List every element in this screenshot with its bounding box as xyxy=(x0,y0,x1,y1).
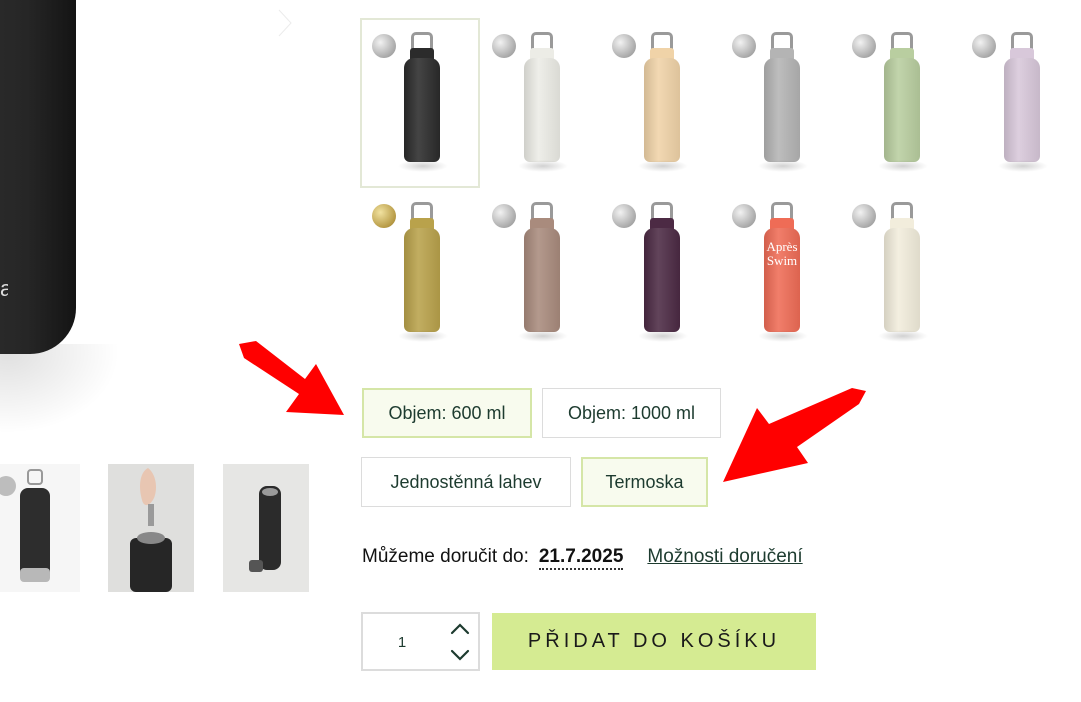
color-swatch[interactable] xyxy=(360,18,480,188)
bottle-shadow xyxy=(998,160,1048,172)
volume-option-label: Objem: 1000 ml xyxy=(567,402,696,423)
type-option-label: Jednostěnná lahev xyxy=(390,471,542,492)
delivery-label: Můžeme doručit do: xyxy=(362,546,529,567)
bottle-shadow xyxy=(878,160,928,172)
type-option-single-wall[interactable]: Jednostěnná lahev xyxy=(361,457,571,507)
bottle-shadow xyxy=(518,160,568,172)
coin-badge-icon xyxy=(492,34,516,58)
bottle-body xyxy=(884,228,920,332)
coin-badge-icon xyxy=(612,204,636,228)
bottle-shadow xyxy=(638,330,688,342)
add-to-cart-button[interactable]: PŘIDAT DO KOŠÍKU xyxy=(492,613,816,670)
annotation-arrow-right xyxy=(723,388,866,482)
coin-badge-icon xyxy=(372,204,396,228)
volume-option-600ml[interactable]: Objem: 600 ml xyxy=(362,388,532,438)
chevron-up-icon[interactable] xyxy=(447,618,473,640)
bottle-shadow xyxy=(758,160,808,172)
delivery-info: Můžeme doručit do: 21.7.2025 Možnosti do… xyxy=(362,546,803,570)
coin-badge-icon xyxy=(372,34,396,58)
color-swatch[interactable] xyxy=(360,188,480,358)
color-swatch[interactable]: Après Swim xyxy=(720,188,840,358)
bottle-body xyxy=(404,58,440,162)
color-swatch[interactable] xyxy=(480,18,600,188)
color-swatch[interactable] xyxy=(600,188,720,358)
coin-badge-icon xyxy=(852,34,876,58)
bottle-body xyxy=(644,228,680,332)
bottle-body xyxy=(404,228,440,332)
coin-badge-icon xyxy=(732,34,756,58)
color-swatch[interactable] xyxy=(600,18,720,188)
volume-option-1000ml[interactable]: Objem: 1000 ml xyxy=(542,388,721,438)
delivery-options-link[interactable]: Možnosti doručení xyxy=(647,546,802,568)
gallery-thumbnail[interactable] xyxy=(223,464,309,592)
bottle-print-text: Après Swim xyxy=(766,239,798,268)
quantity-stepper xyxy=(361,612,480,671)
bottle-logo-text: a xyxy=(0,276,8,300)
quantity-input[interactable] xyxy=(367,628,437,656)
coin-badge-icon xyxy=(972,34,996,58)
chevron-right-icon[interactable] xyxy=(268,6,302,40)
bottle-shadow xyxy=(398,160,448,172)
bottle-body xyxy=(524,228,560,332)
type-option-label: Termoska xyxy=(605,471,684,492)
color-swatch[interactable] xyxy=(840,188,960,358)
chevron-down-icon[interactable] xyxy=(447,644,473,666)
bottle-shadow xyxy=(638,160,688,172)
type-option-thermos[interactable]: Termoska xyxy=(581,457,708,507)
bottle-shadow xyxy=(758,330,808,342)
bottle-shadow xyxy=(878,330,928,342)
color-swatch[interactable] xyxy=(480,188,600,358)
bottle-shadow xyxy=(0,344,120,434)
bottle-shadow xyxy=(518,330,568,342)
bottle-body xyxy=(644,58,680,162)
main-bottle-image xyxy=(0,0,76,354)
bottle-body xyxy=(524,58,560,162)
coin-badge-icon xyxy=(732,204,756,228)
delivery-date: 21.7.2025 xyxy=(538,546,624,570)
gallery-thumbnail[interactable] xyxy=(0,464,80,592)
color-swatch[interactable] xyxy=(960,18,1080,188)
bottle-shadow xyxy=(398,330,448,342)
coin-badge-icon xyxy=(852,204,876,228)
color-swatch[interactable] xyxy=(840,18,960,188)
main-product-image: a xyxy=(0,0,300,440)
bottle-body xyxy=(884,58,920,162)
coin-badge-icon xyxy=(612,34,636,58)
bottle-body xyxy=(764,58,800,162)
volume-option-label: Objem: 600 ml xyxy=(388,402,506,423)
coin-badge-icon xyxy=(492,204,516,228)
bottle-body xyxy=(1004,58,1040,162)
color-swatch[interactable] xyxy=(720,18,840,188)
gallery-thumbnail[interactable] xyxy=(108,464,194,592)
